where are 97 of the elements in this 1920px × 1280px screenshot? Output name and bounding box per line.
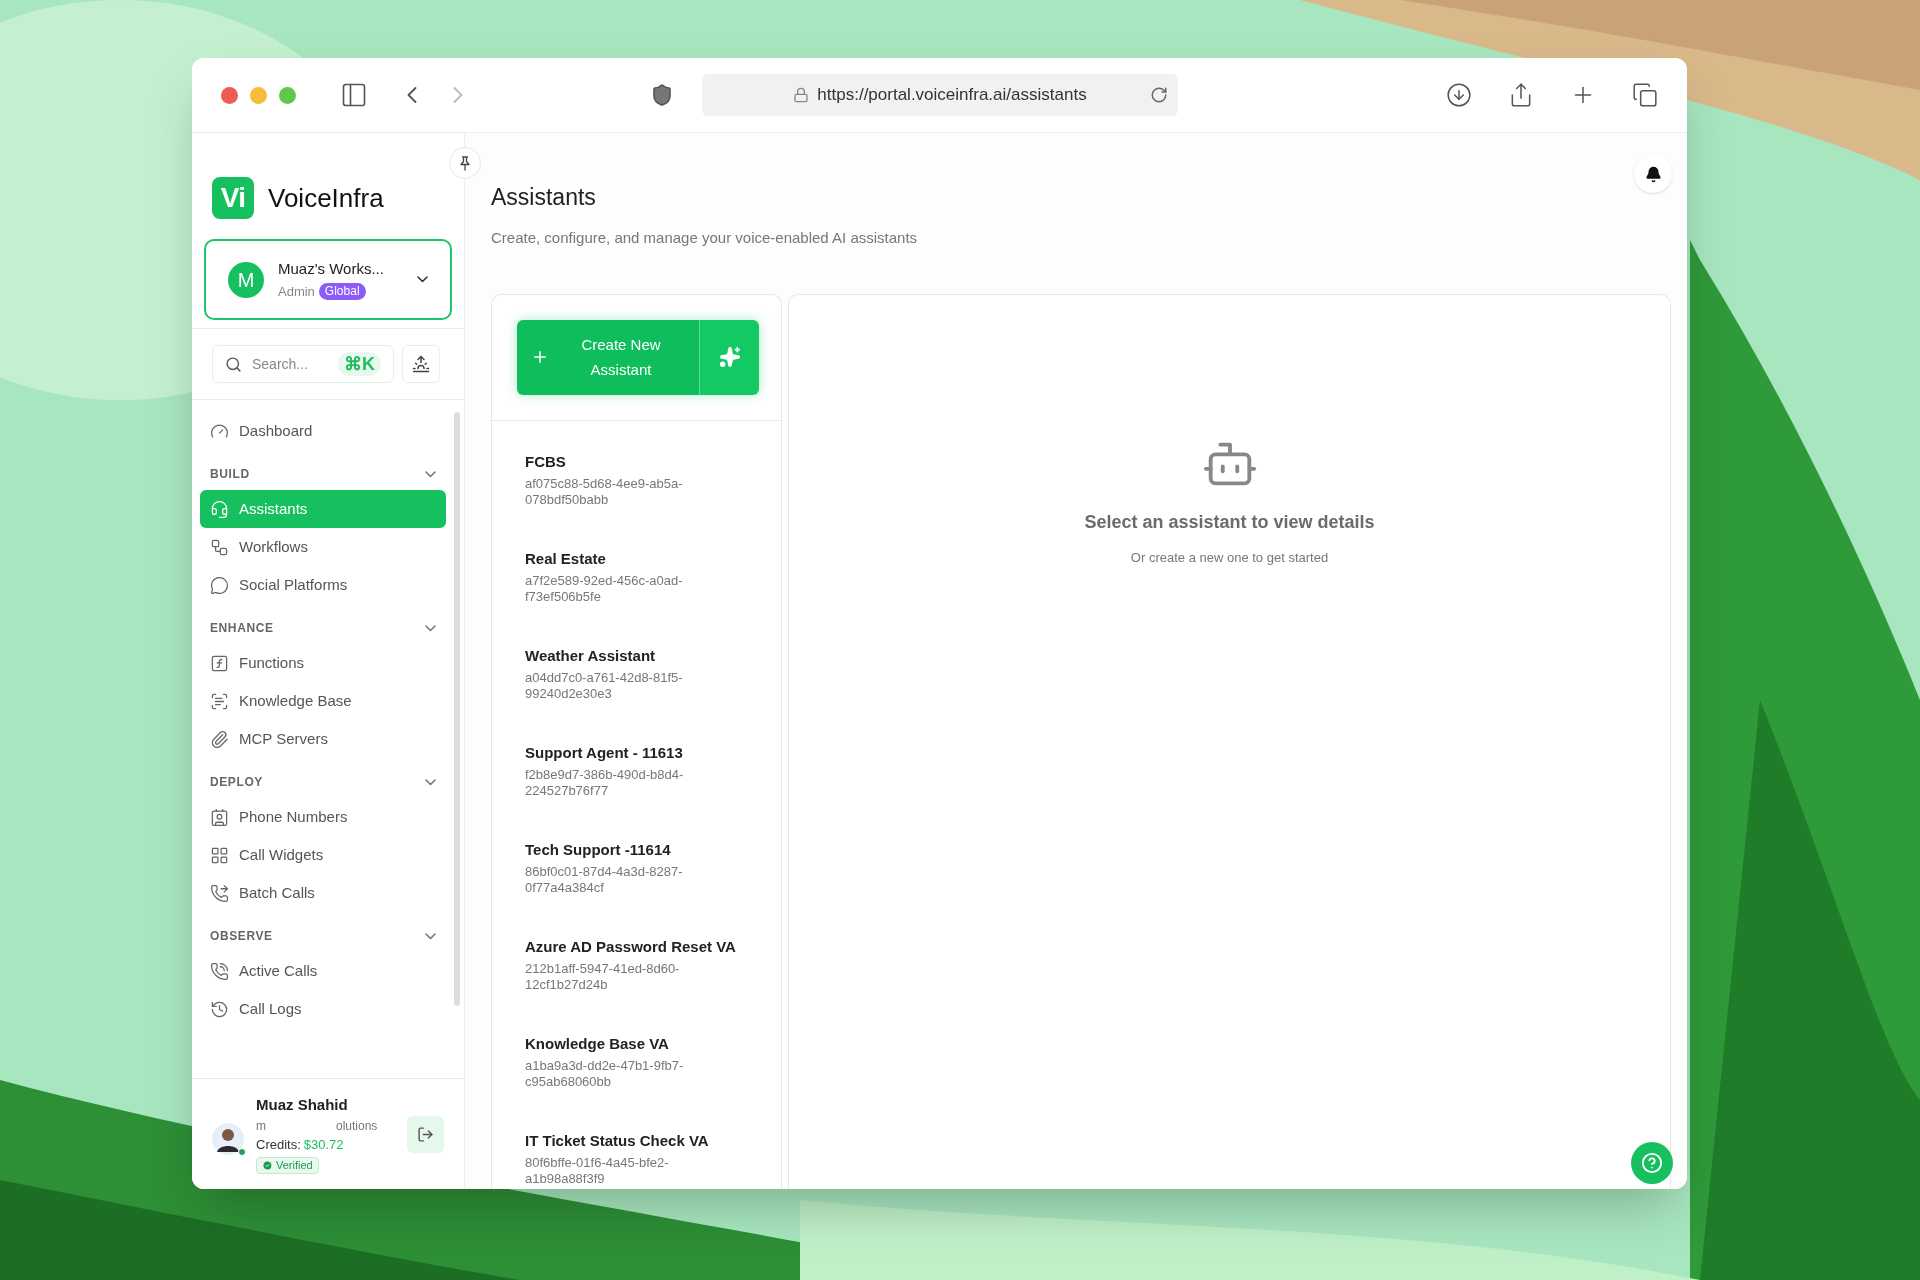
- assistant-item[interactable]: Tech Support -11614 86bf0c01-87d4-4a3d-8287-0f77a4a384cf: [525, 840, 769, 938]
- workflow-icon: [210, 537, 229, 557]
- logout-button[interactable]: [407, 1115, 444, 1153]
- section-header[interactable]: OBSERVE: [192, 920, 454, 952]
- bell-icon: [1644, 165, 1662, 183]
- shield-icon[interactable]: [650, 83, 674, 107]
- sidebar-item[interactable]: Active Calls: [200, 952, 446, 990]
- assistant-id: a1ba9a3d-dd2e-47b1-9fb7-c95ab68060bb: [525, 1057, 685, 1090]
- logout-icon: [417, 1125, 434, 1143]
- plus-icon: [531, 348, 549, 366]
- notifications-button[interactable]: [1634, 155, 1672, 193]
- assistant-name: Support Agent - 11613: [525, 743, 684, 762]
- address-bar[interactable]: https://portal.voiceinfra.ai/assistants: [702, 74, 1178, 116]
- chevron-down-icon: [425, 932, 436, 940]
- shortcut-badge: ⌘K: [338, 352, 381, 376]
- sidebar-item[interactable]: Functions: [200, 644, 446, 682]
- phone-call-icon: [210, 961, 229, 981]
- page-title: Assistants: [491, 183, 597, 211]
- grid-icon: [210, 845, 229, 865]
- empty-state-subtitle: Or create a new one to get started: [1130, 548, 1329, 567]
- sidebar-toggle-icon[interactable]: [340, 81, 368, 109]
- chevron-down-icon: [425, 624, 436, 632]
- pin-icon: [460, 155, 470, 171]
- check-circle-icon: [262, 1160, 273, 1171]
- chevron-down-icon: [425, 778, 436, 786]
- assistant-item[interactable]: Weather Assistant a04dd7c0-a761-42d8-81f5-99240d2e30e3: [525, 646, 769, 744]
- assistant-name: Knowledge Base VA: [525, 1034, 670, 1053]
- section-header[interactable]: ENHANCE: [192, 612, 454, 644]
- credits-amount: $30.72: [303, 1135, 344, 1154]
- verified-badge: Verified: [256, 1157, 319, 1174]
- tabs-overview-icon[interactable]: [1632, 82, 1658, 108]
- user-email: olutions: [336, 1117, 378, 1135]
- theme-button[interactable]: [402, 345, 440, 383]
- history-icon: [210, 999, 229, 1019]
- assistant-name: Weather Assistant: [525, 646, 657, 665]
- assistant-item[interactable]: Knowledge Base VA a1ba9a3d-dd2e-47b1-9fb7-c95ab68060bb: [525, 1034, 769, 1132]
- sidebar-item[interactable]: Phone Numbers: [200, 798, 446, 836]
- assistant-id: 212b1aff-5947-41ed-8d60-12cf1b27d24b: [525, 960, 681, 993]
- reload-icon[interactable]: [1150, 86, 1168, 104]
- sidebar-item[interactable]: Call Logs: [200, 990, 446, 1028]
- workspace-role: Admin: [278, 283, 315, 301]
- assistant-id: a04dd7c0-a761-42d8-81f5-99240d2e30e3: [525, 669, 684, 702]
- assistant-item[interactable]: Support Agent - 11613 f2b8e9d7-386b-490d-b8d4-224527b76f77: [525, 743, 769, 841]
- sidebar-item[interactable]: Dashboard: [200, 412, 446, 450]
- section-header[interactable]: BUILD: [192, 458, 454, 490]
- user-avatar: [212, 1123, 244, 1155]
- assistant-name: FCBS: [525, 452, 567, 471]
- user-email: m: [256, 1117, 266, 1135]
- assistant-item[interactable]: FCBS af075c88-5d68-4ee9-ab5a-078bdf50babb: [525, 452, 769, 550]
- assistant-item[interactable]: Real Estate a7f2e589-92ed-456c-a0ad-f73ef506b5fe: [525, 549, 769, 647]
- search-field[interactable]: Search...: [252, 353, 322, 375]
- assistant-id: f2b8e9d7-386b-490d-b8d4-224527b76f77: [525, 766, 685, 799]
- scrollbar-thumb[interactable]: [454, 412, 460, 1006]
- sidebar-item[interactable]: Batch Calls: [200, 874, 446, 912]
- sidebar-item[interactable]: Workflows: [200, 528, 446, 566]
- role-badge: Global: [318, 283, 366, 301]
- chevron-down-icon: [425, 470, 436, 478]
- workspace-avatar: M: [228, 261, 264, 298]
- sidebar-item[interactable]: MCP Servers: [200, 720, 446, 758]
- document-scan-icon: [210, 691, 229, 711]
- assistant-name: Real Estate: [525, 549, 607, 568]
- assistant-id: af075c88-5d68-4ee9-ab5a-078bdf50babb: [525, 475, 684, 508]
- chevron-down-icon: [417, 276, 428, 283]
- sidebar-item[interactable]: Social Platforms: [200, 566, 446, 604]
- assistant-name: Tech Support -11614: [525, 840, 672, 859]
- download-icon[interactable]: [1446, 82, 1472, 108]
- phone-forward-icon: [210, 883, 229, 903]
- contact-card-icon: [210, 807, 229, 827]
- assistant-id: 80f6bffe-01f6-4a45-bfe2-a1b98a88f3f9: [525, 1154, 670, 1187]
- sparkles-icon: [718, 346, 741, 368]
- headset-icon: [210, 499, 229, 519]
- section-header[interactable]: DEPLOY: [192, 766, 454, 798]
- assistant-item[interactable]: IT Ticket Status Check VA 80f6bffe-01f6-4a45-bfe2-a1b98a88f3f9: [525, 1131, 769, 1189]
- page-subtitle: Create, configure, and manage your voice-enabled AI assistants: [491, 228, 919, 248]
- brand-logo: Vi: [212, 177, 254, 219]
- user-name: Muaz Shahid: [256, 1095, 349, 1115]
- empty-state-title: Select an assistant to view details: [1084, 510, 1375, 534]
- workspace-switcher[interactable]: M Muaz's Works... Admin Global: [204, 239, 452, 320]
- workspace-name: Muaz's Works...: [278, 258, 384, 279]
- sidebar-item[interactable]: Call Widgets: [200, 836, 446, 874]
- close-window-icon[interactable]: [221, 86, 238, 104]
- function-icon: [210, 653, 229, 673]
- sidebar-item[interactable]: Knowledge Base: [200, 682, 446, 720]
- assistant-item[interactable]: Azure AD Password Reset VA 212b1aff-5947-41ed-8d60-12cf1b27d24b: [525, 937, 769, 1035]
- url-text: https://portal.voiceinfra.ai/assistants: [817, 84, 1087, 107]
- brand-name: VoiceInfra: [268, 181, 384, 215]
- paperclip-icon: [210, 729, 229, 749]
- assistant-name: Azure AD Password Reset VA: [525, 937, 737, 956]
- credits-label: Credits:: [256, 1135, 301, 1154]
- search-icon: [225, 355, 242, 373]
- assistant-id: a7f2e589-92ed-456c-a0ad-f73ef506b5fe: [525, 572, 684, 605]
- assistant-name: IT Ticket Status Check VA: [525, 1131, 710, 1150]
- sunrise-icon: [412, 355, 430, 373]
- lock-icon: [793, 87, 810, 103]
- assistant-id: 86bf0c01-87d4-4a3d-8287-0f77a4a384cf: [525, 863, 684, 896]
- chat-bubble-icon: [210, 575, 229, 595]
- help-icon: [1641, 1152, 1663, 1174]
